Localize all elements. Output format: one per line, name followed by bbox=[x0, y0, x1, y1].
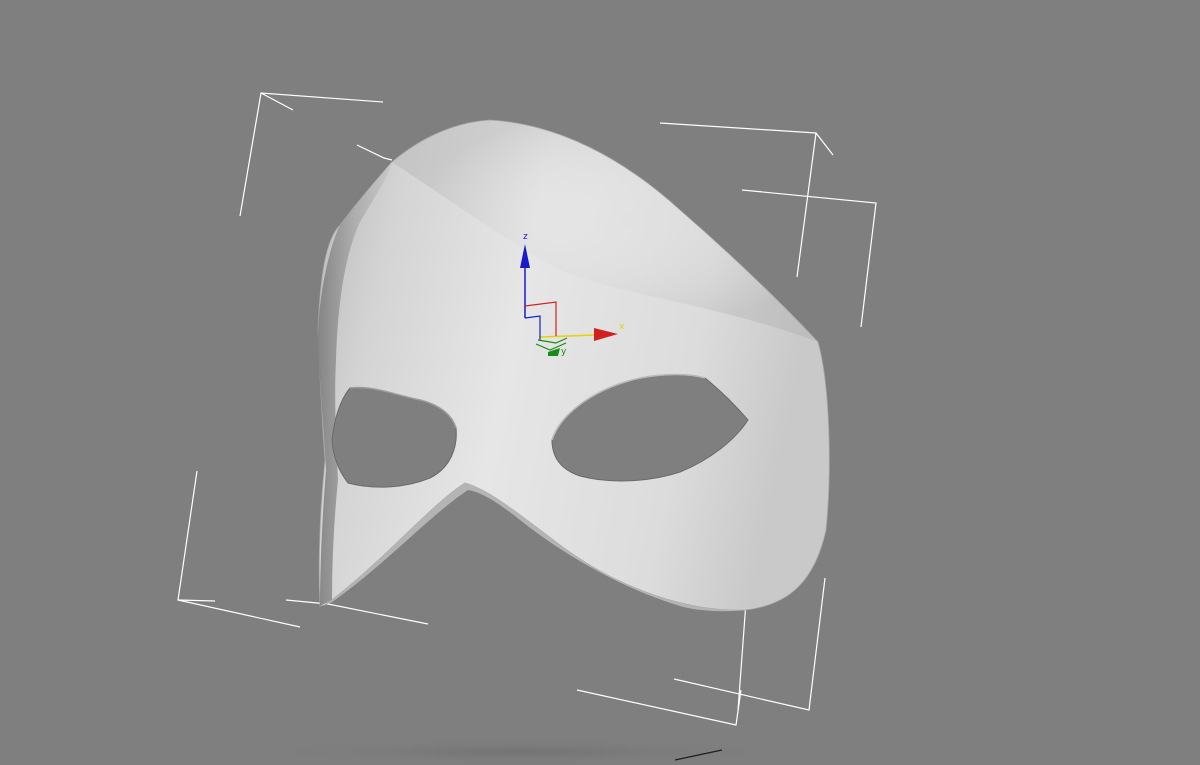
3d-viewport[interactable]: z x y bbox=[0, 0, 1200, 765]
y-axis-label: y bbox=[561, 347, 567, 357]
mask-mesh[interactable] bbox=[317, 119, 830, 612]
viewport-canvas[interactable]: z x y bbox=[0, 0, 1200, 765]
x-axis-label: x bbox=[619, 322, 625, 332]
z-axis-label: z bbox=[523, 232, 528, 242]
